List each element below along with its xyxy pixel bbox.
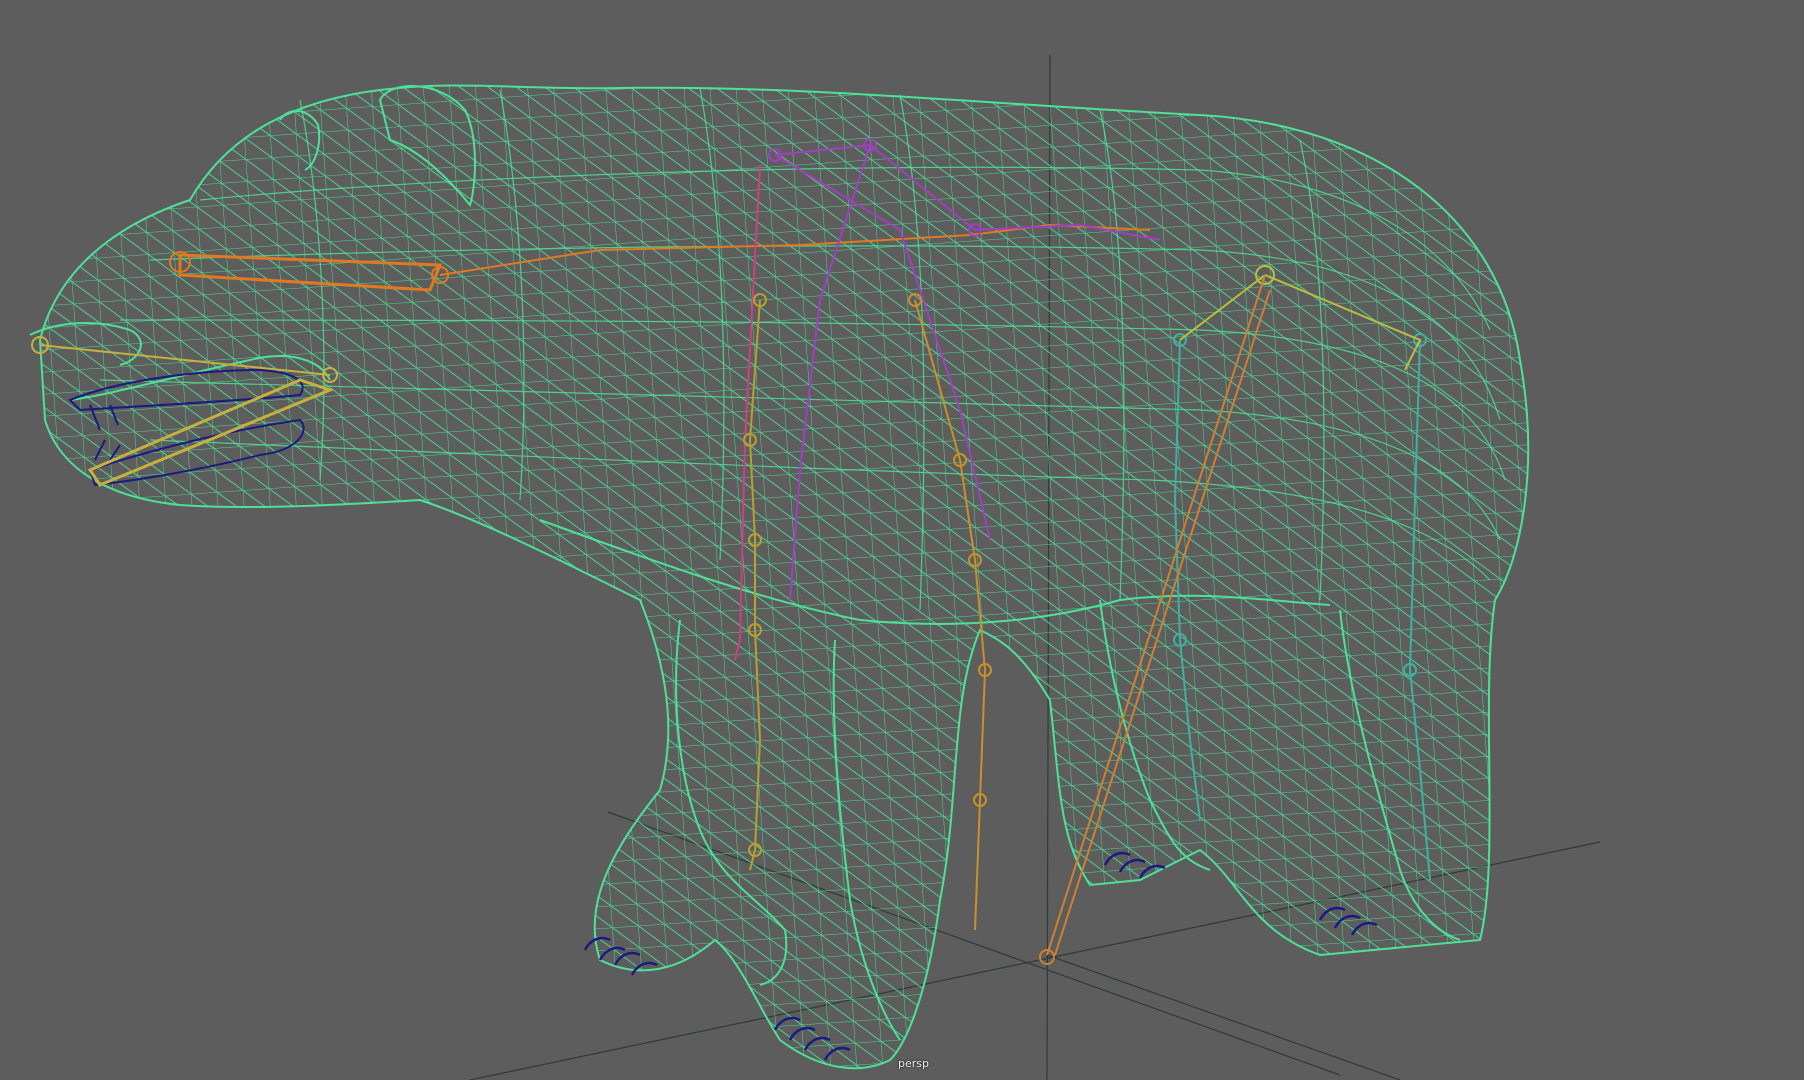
viewport-canvas[interactable] [0,0,1804,1080]
bear-mesh-wireframe[interactable] [0,0,1804,1080]
camera-name-label: persp [898,1057,929,1070]
maya-perspective-viewport[interactable]: persp [0,0,1804,1080]
grid-axis-diag [1046,954,1401,1080]
